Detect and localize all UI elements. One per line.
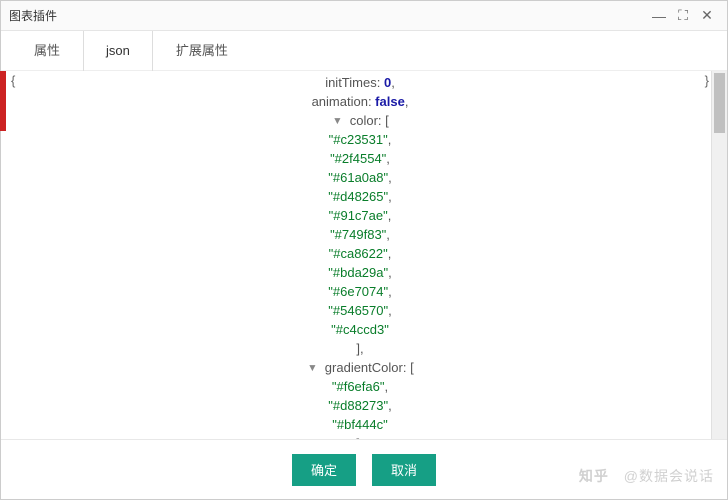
json-value: "#61a0a8" bbox=[328, 170, 388, 185]
json-value: "#6e7074" bbox=[328, 284, 388, 299]
json-tail: , bbox=[388, 303, 392, 318]
json-tail: , bbox=[388, 208, 392, 223]
minimize-button[interactable]: — bbox=[647, 8, 671, 24]
scrollbar-thumb[interactable] bbox=[714, 73, 725, 133]
json-tail: , bbox=[405, 94, 409, 109]
json-value: "#c4ccd3" bbox=[331, 322, 389, 337]
collapse-toggle-icon[interactable]: ▼ bbox=[308, 360, 318, 375]
ok-button[interactable]: 确定 bbox=[292, 454, 356, 486]
tab-attributes[interactable]: 属性 bbox=[11, 31, 83, 71]
json-row: ▼ gradientColor: [ bbox=[11, 358, 709, 377]
json-row: initTimes: 0, bbox=[11, 73, 709, 92]
json-value: "#91c7ae" bbox=[329, 208, 388, 223]
cancel-button[interactable]: 取消 bbox=[372, 454, 436, 486]
json-value: "#d88273" bbox=[328, 398, 388, 413]
content-area: { } initTimes: 0,animation: false,▼ colo… bbox=[1, 71, 727, 439]
json-row: "#c4ccd3" bbox=[11, 320, 709, 339]
dialog-window: 图表插件 — ⛶ ✕ 属性 json 扩展属性 { } initTimes: 0… bbox=[0, 0, 728, 500]
json-row: "#d88273", bbox=[11, 396, 709, 415]
json-row: "#61a0a8", bbox=[11, 168, 709, 187]
json-row: "#bda29a", bbox=[11, 263, 709, 282]
json-row: "#c23531", bbox=[11, 130, 709, 149]
collapse-toggle-icon[interactable]: ▼ bbox=[333, 113, 343, 128]
open-brace: { bbox=[11, 71, 15, 90]
tab-bar: 属性 json 扩展属性 bbox=[1, 31, 727, 71]
json-tail: , bbox=[388, 398, 392, 413]
json-value: false bbox=[375, 94, 405, 109]
json-tail: , bbox=[388, 170, 392, 185]
json-value: "#2f4554" bbox=[330, 151, 386, 166]
json-value: "#546570" bbox=[328, 303, 388, 318]
json-key: animation bbox=[312, 94, 368, 109]
json-tail: , bbox=[388, 246, 392, 261]
json-value: "#bf444c" bbox=[332, 417, 388, 432]
close-brace: } bbox=[705, 71, 709, 90]
json-sep: : bbox=[377, 75, 384, 90]
json-row: "#ca8622", bbox=[11, 244, 709, 263]
json-tail: , bbox=[388, 132, 392, 147]
json-tail: , bbox=[388, 284, 392, 299]
json-row: ▼ color: [ bbox=[11, 111, 709, 130]
json-row: "#6e7074", bbox=[11, 282, 709, 301]
json-row: "#546570", bbox=[11, 301, 709, 320]
json-value: "#bda29a" bbox=[328, 265, 388, 280]
json-value: "#f6efa6" bbox=[332, 379, 385, 394]
json-value: "#c23531" bbox=[329, 132, 388, 147]
json-row: animation: false, bbox=[11, 92, 709, 111]
tab-json[interactable]: json bbox=[83, 31, 153, 71]
json-key: color bbox=[350, 113, 378, 128]
json-key: initTimes bbox=[325, 75, 377, 90]
json-row: "#bf444c" bbox=[11, 415, 709, 434]
json-row: "#749f83", bbox=[11, 225, 709, 244]
json-tail: , bbox=[386, 227, 390, 242]
json-sep: : [ bbox=[378, 113, 389, 128]
json-value: "#749f83" bbox=[330, 227, 386, 242]
json-tail: , bbox=[388, 189, 392, 204]
title-bar: 图表插件 — ⛶ ✕ bbox=[1, 1, 727, 31]
json-viewer[interactable]: { } initTimes: 0,animation: false,▼ colo… bbox=[11, 71, 709, 439]
json-value: "#ca8622" bbox=[329, 246, 388, 261]
scrollbar-track[interactable] bbox=[711, 71, 727, 439]
window-title: 图表插件 bbox=[9, 7, 647, 24]
json-row: ], bbox=[11, 434, 709, 439]
tab-extended-attributes[interactable]: 扩展属性 bbox=[153, 31, 251, 71]
json-content: initTimes: 0,animation: false,▼ color: [… bbox=[11, 71, 709, 439]
json-value: "#d48265" bbox=[328, 189, 388, 204]
json-tail: , bbox=[386, 151, 390, 166]
maximize-button[interactable]: ⛶ bbox=[671, 7, 695, 24]
json-row: "#d48265", bbox=[11, 187, 709, 206]
json-row: "#f6efa6", bbox=[11, 377, 709, 396]
json-tail: , bbox=[360, 341, 364, 356]
dialog-footer: 确定 取消 bbox=[1, 439, 727, 499]
json-row: ], bbox=[11, 339, 709, 358]
json-tail: , bbox=[391, 75, 395, 90]
json-sep: : [ bbox=[403, 360, 414, 375]
json-tail: , bbox=[360, 436, 364, 439]
left-edge-decoration bbox=[0, 71, 6, 131]
json-tail: , bbox=[388, 265, 392, 280]
close-button[interactable]: ✕ bbox=[695, 7, 719, 24]
json-tail: , bbox=[384, 379, 388, 394]
json-row: "#2f4554", bbox=[11, 149, 709, 168]
json-key: gradientColor bbox=[325, 360, 403, 375]
json-row: "#91c7ae", bbox=[11, 206, 709, 225]
